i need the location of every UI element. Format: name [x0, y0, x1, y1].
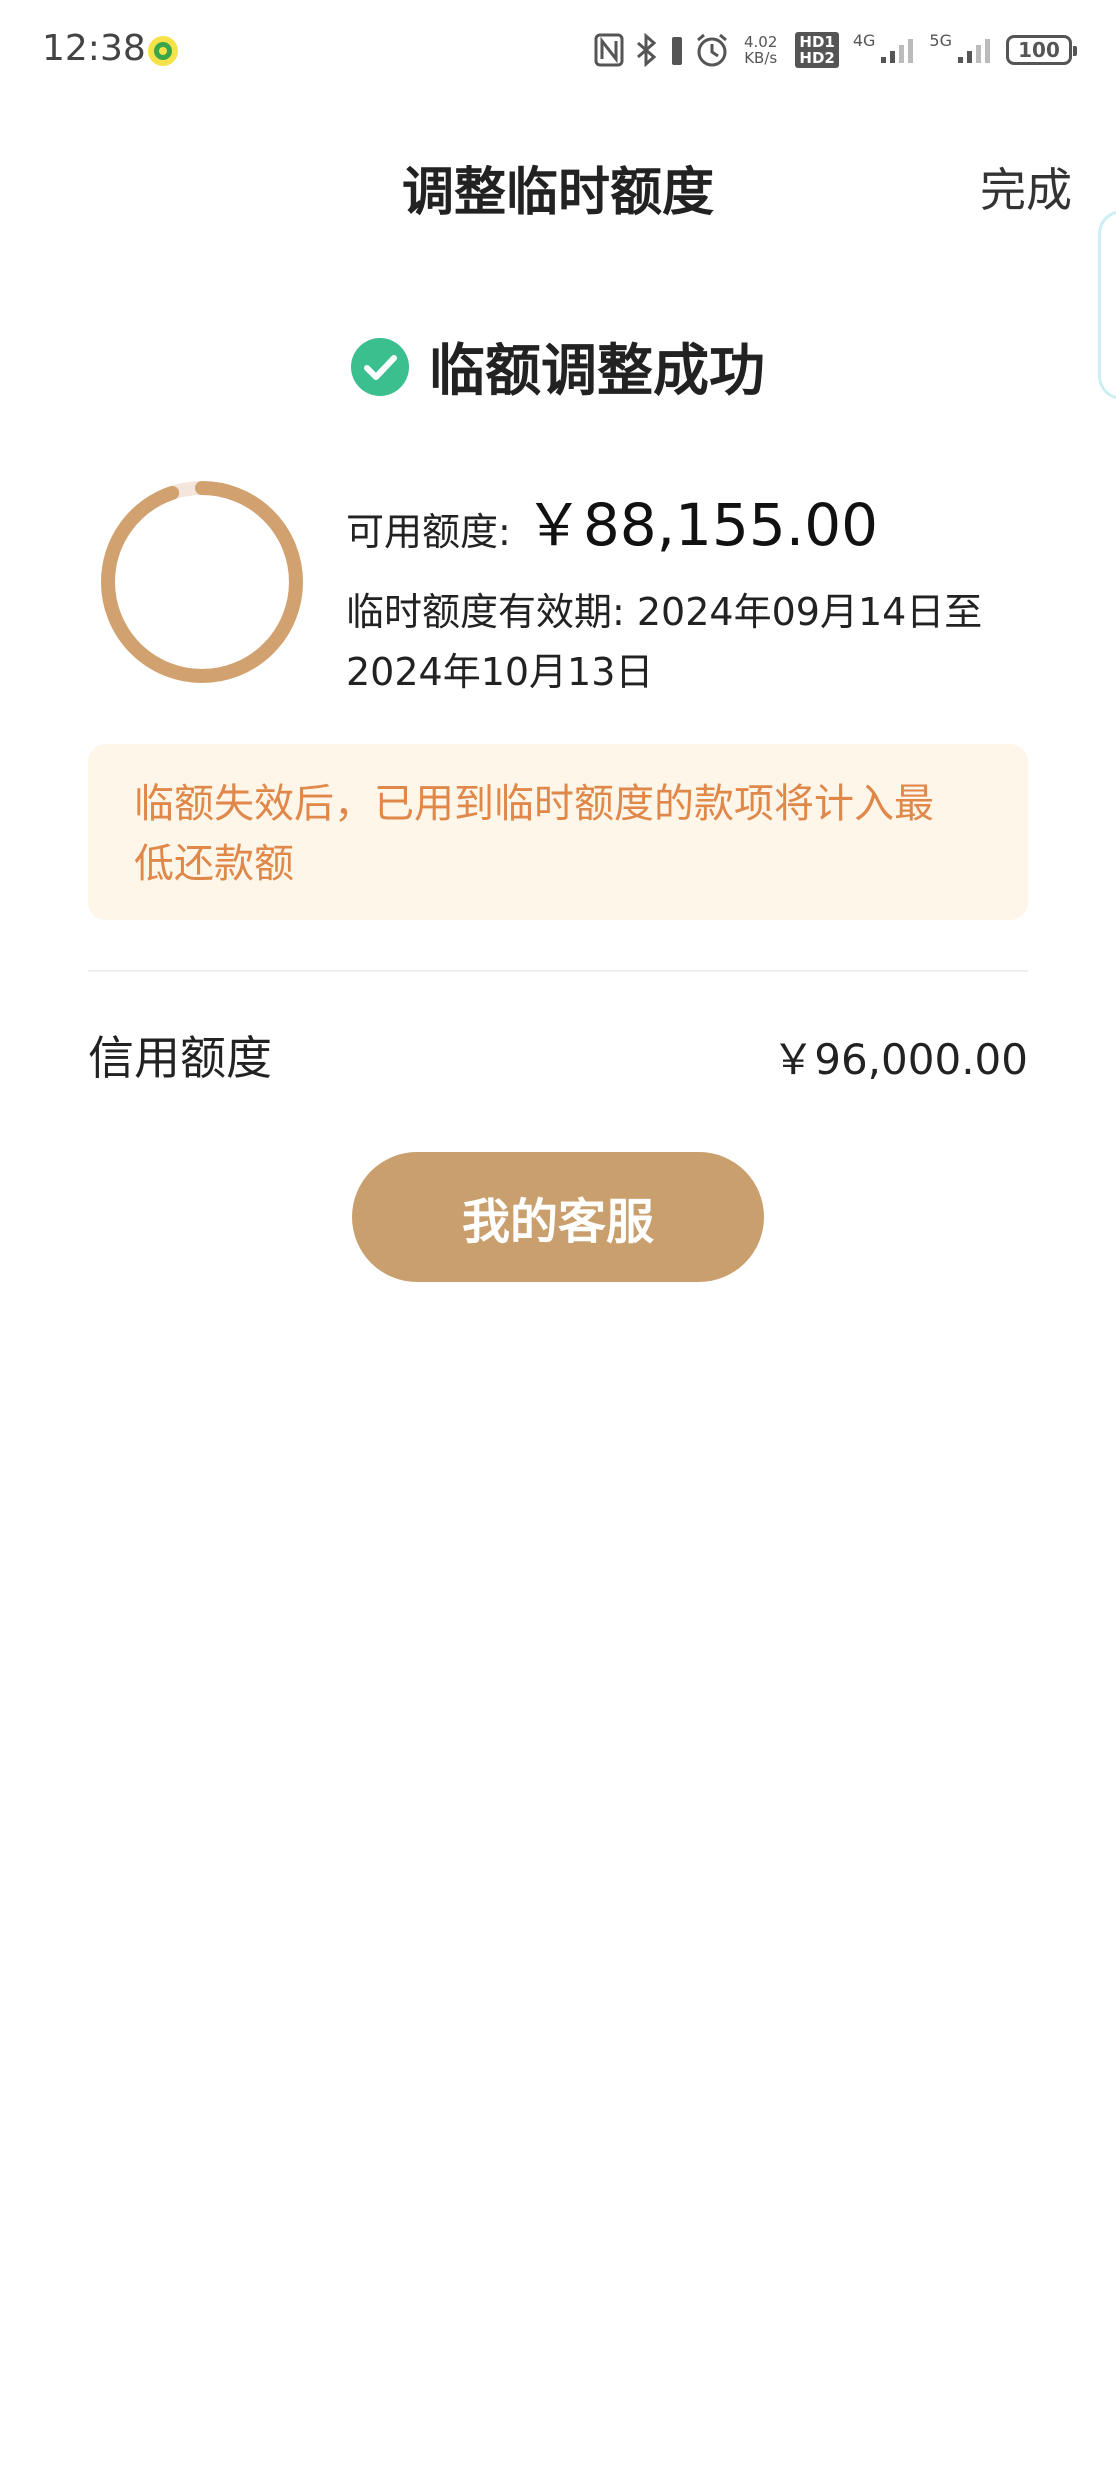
- sig2-label: 5G: [929, 30, 952, 50]
- credit-limit-value: ￥96,000.00: [772, 1035, 1028, 1084]
- divider: [88, 970, 1028, 972]
- available-amount: ￥88,155.00: [524, 491, 878, 559]
- notice-banner: 临额失效后，已用到临时额度的款项将计入最 低还款额: [88, 744, 1028, 920]
- hd1-label: HD1: [799, 33, 835, 51]
- battery-level: 100: [1018, 38, 1060, 62]
- sig1-label: 4G: [852, 30, 876, 50]
- validity-line-1: 临时额度有效期: 2024年09月14日至: [346, 590, 983, 634]
- hd-badge: HD1 HD2: [795, 32, 839, 68]
- success-heading: 临额调整成功: [0, 326, 1116, 407]
- battery-small-icon: [671, 37, 682, 65]
- signal-icon-2: [958, 39, 990, 63]
- net-speed: 4.02 KB/s: [744, 34, 777, 66]
- done-button[interactable]: 完成: [980, 154, 1072, 220]
- signal-icon: [881, 39, 914, 63]
- net-speed-unit: KB/s: [744, 49, 778, 67]
- status-time: 12:38: [42, 28, 146, 69]
- credit-limit-label: 信用额度: [88, 1031, 272, 1085]
- notice-line-2: 低还款额: [134, 841, 294, 887]
- available-credit: 可用额度: ￥88,155.00: [346, 478, 878, 562]
- credit-usage-ring: [101, 481, 303, 683]
- alarm-icon: [697, 33, 727, 67]
- bluetooth-icon: [636, 33, 657, 67]
- success-text: 临额调整成功: [429, 339, 765, 404]
- notice-line-1: 临额失效后，已用到临时额度的款项将计入最: [134, 781, 934, 827]
- net-speed-value: 4.02: [743, 33, 778, 51]
- nfc-icon: [594, 33, 624, 67]
- status-bar: 12:38 4.02 KB/s HD1 HD2 4G 5G 100: [0, 0, 1116, 100]
- available-label: 可用额度:: [346, 510, 511, 554]
- app-notification-icon: [148, 36, 178, 66]
- hd2-label: HD2: [799, 49, 835, 67]
- validity-line-2: 2024年10月13日: [346, 650, 654, 694]
- validity-period: 临时额度有效期: 2024年09月14日至 2024年10月13日: [346, 582, 1046, 702]
- page-title: 调整临时额度: [401, 163, 714, 223]
- check-circle-icon: [351, 337, 409, 396]
- customer-service-button[interactable]: 我的客服: [352, 1152, 764, 1282]
- battery-icon: 100: [1006, 35, 1077, 65]
